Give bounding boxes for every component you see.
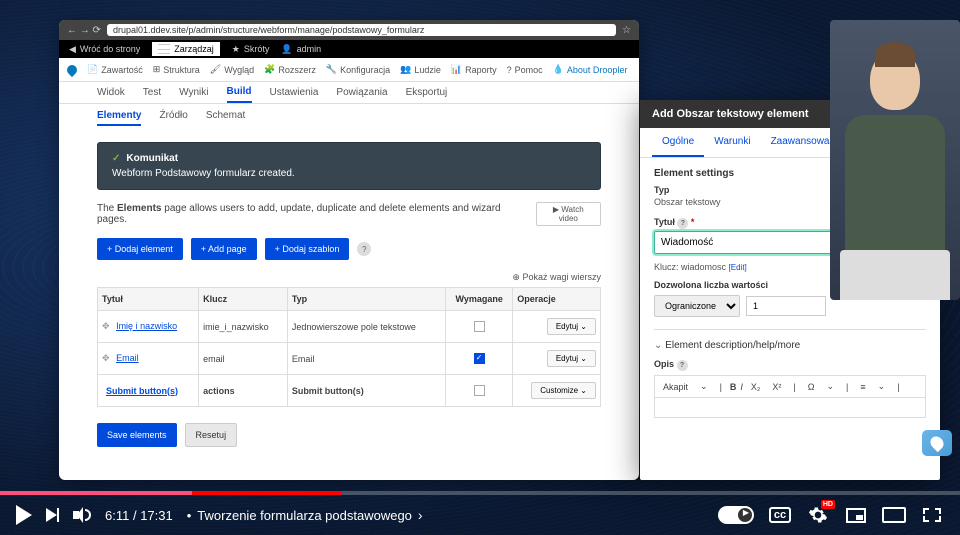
tab-build[interactable]: Build (227, 82, 252, 103)
row-title[interactable]: Imię i nazwisko (116, 321, 177, 331)
admin-toolbar: ◀ Wróć do strony Zarządzaj ★ Skróty 👤 ad… (59, 40, 639, 58)
volume-button[interactable] (73, 506, 91, 524)
allowed-values-select[interactable]: Ograniczone (654, 295, 740, 317)
browser-chrome: ← → ⟳ drupal01.ddev.site/p/admin/structu… (59, 20, 639, 40)
th-title: Tytuł (98, 288, 199, 311)
row-key: actions (199, 375, 288, 407)
rich-text-area[interactable] (654, 398, 926, 418)
tab-results[interactable]: Wyniki (179, 83, 208, 102)
page-description: The Elements page allows users to add, u… (97, 202, 601, 226)
shortcuts-link[interactable]: ★ Skróty (232, 44, 270, 55)
drupal-logo-icon[interactable] (65, 62, 79, 76)
drag-handle-icon[interactable]: ✥ (102, 321, 110, 331)
subtab-schema[interactable]: Schemat (206, 110, 245, 126)
allowed-values-number[interactable] (746, 296, 826, 316)
table-row: Submit button(s) actions Submit button(s… (98, 375, 601, 407)
presenter-webcam (830, 20, 960, 300)
url-bar[interactable]: drupal01.ddev.site/p/admin/structure/web… (107, 24, 616, 36)
row-type: Jednowierszowe pole tekstowe (287, 311, 445, 343)
captions-button[interactable]: cc (768, 503, 792, 527)
th-key: Klucz (199, 288, 288, 311)
save-elements-button[interactable]: Save elements (97, 423, 177, 447)
required-checkbox[interactable] (474, 353, 485, 364)
primary-tabs: Widok Test Wyniki Build Ustawienia Powią… (59, 82, 639, 104)
toolbar-item-appearance[interactable]: 🖌 Wygląd (210, 64, 254, 75)
bookmark-star-icon[interactable]: ☆ (622, 25, 631, 36)
toolbar-item-extend[interactable]: 🧩 Rozszerz (264, 64, 316, 75)
help-icon[interactable]: ? (357, 242, 371, 256)
table-row: ✥ Imię i nazwisko imie_i_nazwisko Jednow… (98, 311, 601, 343)
subtab-elements[interactable]: Elementy (97, 110, 141, 126)
miniplayer-button[interactable] (844, 503, 868, 527)
dialog-tab-general[interactable]: Ogólne (652, 128, 704, 157)
time-display: 6:11 / 17:31 (105, 508, 173, 523)
toolbar-item-about[interactable]: 💧 About Droopler (553, 64, 628, 75)
elements-table: Tytuł Klucz Typ Wymagane Operacje ✥ Imię… (97, 287, 601, 407)
tab-test[interactable]: Test (143, 83, 161, 102)
drupal-toolbar: 📄 Zawartość ⊞ Struktura 🖌 Wygląd 🧩 Rozsz… (59, 58, 639, 82)
row-operation-button[interactable]: Edytuj (547, 318, 596, 335)
drag-handle-icon[interactable]: ✥ (102, 353, 110, 363)
table-row: ✥ Email email Email Edytuj (98, 343, 601, 375)
row-key: imie_i_nazwisko (199, 311, 288, 343)
back-to-site-link[interactable]: ◀ Wróć do strony (69, 44, 140, 55)
hamburger-icon (158, 44, 170, 54)
channel-logo-icon (922, 430, 952, 456)
admin-user-link[interactable]: 👤 admin (281, 44, 321, 55)
player-controls: 6:11 / 17:31 • Tworzenie formularza pods… (0, 495, 960, 535)
key-edit-link[interactable]: [Edit] (729, 263, 747, 272)
required-checkbox[interactable] (474, 385, 485, 396)
play-button[interactable] (16, 505, 32, 525)
description-accordion[interactable]: Element description/help/more (654, 329, 926, 351)
chevron-right-icon: › (418, 507, 423, 523)
add-element-button[interactable]: + Dodaj element (97, 238, 183, 260)
subtab-source[interactable]: Źródło (159, 110, 187, 126)
toolbar-item-help[interactable]: ? Pomoc (507, 65, 543, 75)
fullscreen-button[interactable] (920, 503, 944, 527)
toolbar-item-content[interactable]: 📄 Zawartość (87, 64, 143, 75)
opis-label: Opis ? (654, 359, 926, 371)
tab-view[interactable]: Widok (97, 83, 125, 102)
nav-arrows[interactable]: ← → ⟳ (67, 25, 101, 36)
add-template-button[interactable]: + Dodaj szablon (265, 238, 350, 260)
tab-export[interactable]: Eksportuj (406, 83, 448, 102)
next-button[interactable] (46, 508, 59, 522)
rich-text-toolbar[interactable]: Akapit⌄| BIX₂X²|Ω⌄|≡⌄| (654, 375, 926, 398)
th-operations: Operacje (513, 288, 601, 311)
row-operation-button[interactable]: Customize (531, 382, 596, 399)
dialog-tab-conditions[interactable]: Warunki (704, 128, 760, 157)
help-icon[interactable]: ? (677, 360, 688, 371)
theater-mode-button[interactable] (882, 503, 906, 527)
row-operation-button[interactable]: Edytuj (547, 350, 596, 367)
row-title[interactable]: Email (116, 353, 139, 363)
shared-screen: ← → ⟳ drupal01.ddev.site/p/admin/structu… (59, 20, 639, 480)
watch-video-button[interactable]: ▶ Watch video (536, 202, 601, 226)
th-required: Wymagane (446, 288, 513, 311)
row-title[interactable]: Submit button(s) (106, 386, 178, 396)
add-page-button[interactable]: + Add page (191, 238, 257, 260)
settings-button[interactable]: HD (806, 505, 830, 525)
hd-badge: HD (821, 500, 835, 509)
toolbar-item-config[interactable]: 🔧 Konfiguracja (326, 64, 390, 75)
check-icon: ✓ (112, 153, 120, 164)
autoplay-toggle[interactable] (718, 506, 754, 524)
toolbar-item-structure[interactable]: ⊞ Struktura (153, 64, 200, 75)
row-key: email (199, 343, 288, 375)
status-message: ✓Komunikat Webform Podstawowy formularz … (97, 142, 601, 190)
help-icon[interactable]: ? (677, 218, 688, 229)
row-type: Submit button(s) (287, 375, 445, 407)
row-type: Email (287, 343, 445, 375)
toolbar-item-reports[interactable]: 📊 Raporty (451, 64, 497, 75)
toolbar-item-people[interactable]: 👥 Ludzie (400, 64, 441, 75)
required-checkbox[interactable] (474, 321, 485, 332)
tab-settings[interactable]: Ustawienia (270, 83, 319, 102)
manage-toggle[interactable]: Zarządzaj (152, 42, 220, 56)
chapter-button[interactable]: • Tworzenie formularza podstawowego › (187, 507, 423, 523)
reset-button[interactable]: Resetuj (185, 423, 238, 447)
th-type: Typ (287, 288, 445, 311)
secondary-tabs: Elementy Źródło Schemat (59, 104, 639, 132)
tab-references[interactable]: Powiązania (336, 83, 387, 102)
show-row-weights-link[interactable]: ⊕ Pokaż wagi wierszy (97, 272, 601, 283)
